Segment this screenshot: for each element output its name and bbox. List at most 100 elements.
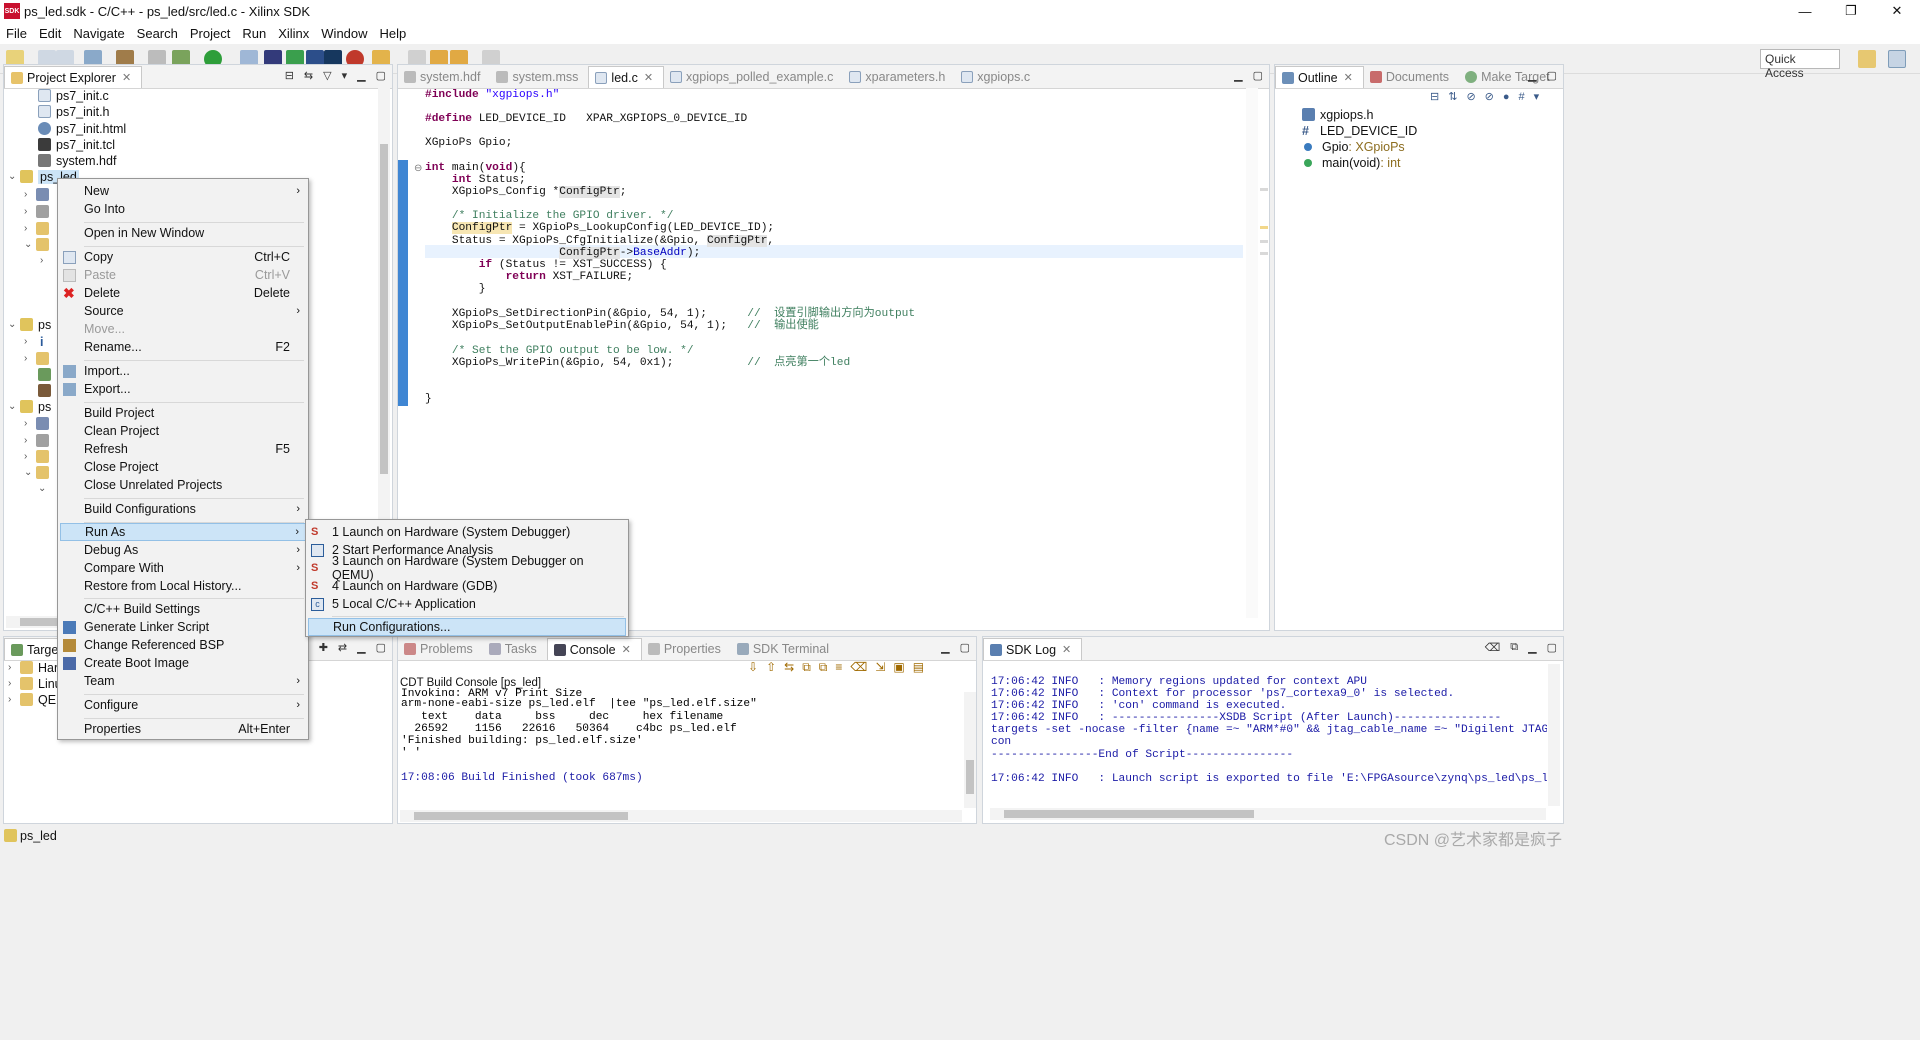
- menu-item-team[interactable]: Team ›: [60, 672, 306, 690]
- close-icon[interactable]: ✕: [122, 71, 131, 84]
- tree-child[interactable]: ›: [24, 220, 54, 237]
- menu-item-create-boot-image[interactable]: Create Boot Image: [60, 654, 306, 672]
- minimize-view-icon[interactable]: ▁: [357, 69, 365, 82]
- tab-tasks[interactable]: Tasks: [483, 638, 547, 660]
- menu-item-export[interactable]: Export...: [60, 380, 306, 398]
- code-line[interactable]: /* Initialize the GPIO driver. */: [425, 210, 674, 222]
- menu-item-close-unrelated[interactable]: Close Unrelated Projects: [60, 476, 306, 494]
- menu-item-restore-history[interactable]: Restore from Local History...: [60, 577, 306, 595]
- chevron-right-icon[interactable]: ›: [24, 189, 36, 200]
- tree-child[interactable]: [38, 366, 56, 383]
- overview-marker[interactable]: [1260, 226, 1268, 229]
- tab-problems[interactable]: Problems: [398, 638, 483, 660]
- code-line[interactable]: #define LED_DEVICE_ID XPAR_XGPIOPS_0_DEV…: [425, 113, 747, 125]
- menu-item-launch-qemu[interactable]: S3 Launch on Hardware (System Debugger o…: [308, 554, 626, 582]
- copy-log-icon[interactable]: ⧉: [1510, 641, 1518, 654]
- tree-child[interactable]: [38, 382, 56, 399]
- connect-icon[interactable]: ⇄: [338, 641, 347, 654]
- minimize-view-icon[interactable]: ▁: [1234, 69, 1242, 82]
- menu-item-copy[interactable]: Copy Ctrl+C: [60, 248, 306, 266]
- menu-item-delete[interactable]: ✖ Delete Delete: [60, 284, 306, 302]
- outline-item[interactable]: main(void) : int: [1302, 154, 1401, 171]
- chevron-down-icon[interactable]: ⌄: [24, 239, 36, 250]
- overview-marker[interactable]: [1260, 240, 1268, 243]
- close-icon[interactable]: ✕: [1062, 643, 1071, 656]
- tree-item[interactable]: ps7_init.tcl: [38, 136, 115, 153]
- chevron-right-icon[interactable]: ›: [24, 336, 36, 347]
- tree-child[interactable]: ⌄: [24, 464, 54, 481]
- chevron-right-icon[interactable]: ›: [24, 418, 36, 429]
- log-horizontal-scrollbar[interactable]: [990, 808, 1546, 820]
- menu-item-build-configurations[interactable]: Build Configurations ›: [60, 500, 306, 518]
- tree-child[interactable]: ›: [24, 350, 54, 367]
- menu-item-debug-as[interactable]: Debug As ›: [60, 541, 306, 559]
- clear-console-icon[interactable]: ⌫: [850, 660, 875, 674]
- tab-outline[interactable]: Outline ✕: [1275, 66, 1364, 88]
- minimize-view-icon[interactable]: ▁: [1528, 69, 1536, 82]
- tree-child[interactable]: ›: [24, 203, 54, 220]
- menu-item-properties[interactable]: Properties Alt+Enter: [60, 720, 306, 738]
- menu-file[interactable]: File: [6, 26, 27, 41]
- menu-search[interactable]: Search: [137, 26, 178, 41]
- tab-xgpiops-c[interactable]: xgpiops.c: [955, 66, 1040, 88]
- code-line[interactable]: ConfigPtr->BaseAddr);: [425, 247, 700, 259]
- close-icon[interactable]: ✕: [1344, 71, 1353, 84]
- chevron-right-icon[interactable]: ›: [24, 223, 36, 234]
- display-console-icon[interactable]: ▣: [893, 660, 912, 674]
- menu-item-import[interactable]: Import...: [60, 362, 306, 380]
- code-line[interactable]: ConfigPtr = XGpioPs_LookupConfig(LED_DEV…: [425, 222, 774, 234]
- menu-item-move[interactable]: Move...: [60, 320, 306, 338]
- menu-navigate[interactable]: Navigate: [73, 26, 124, 41]
- close-icon[interactable]: ✕: [644, 71, 653, 84]
- chevron-down-icon[interactable]: ⌄: [24, 467, 36, 478]
- hide-static-icon[interactable]: ⊘: [1485, 91, 1503, 103]
- chevron-right-icon[interactable]: ›: [8, 694, 20, 705]
- code-line[interactable]: /* Set the GPIO output to be low. */: [425, 345, 694, 357]
- tab-properties[interactable]: Properties: [642, 638, 731, 660]
- tab-xgpiops-polled-example[interactable]: xgpiops_polled_example.c: [664, 66, 843, 88]
- tree-child[interactable]: › i: [24, 333, 43, 350]
- overview-marker[interactable]: [1260, 188, 1268, 191]
- tree-child[interactable]: ›: [24, 186, 54, 203]
- open-perspective-icon[interactable]: [1858, 50, 1876, 68]
- scrollbar-thumb[interactable]: [966, 760, 974, 794]
- menu-item-launch-gdb[interactable]: S4 Launch on Hardware (GDB): [308, 577, 626, 595]
- menu-item-new[interactable]: New ›: [60, 182, 306, 200]
- chevron-right-icon[interactable]: ›: [24, 451, 36, 462]
- menu-item-paste[interactable]: Paste Ctrl+V: [60, 266, 306, 284]
- console-vertical-scrollbar[interactable]: [964, 692, 976, 808]
- editor-vertical-scrollbar[interactable]: [1246, 88, 1258, 618]
- code-line[interactable]: XGpioPs_SetDirectionPin(&Gpio, 54, 1); /…: [425, 308, 915, 320]
- fold-icon[interactable]: ⊖: [414, 163, 422, 174]
- log-vertical-scrollbar[interactable]: [1548, 664, 1560, 806]
- code-line[interactable]: XGpioPs Gpio;: [425, 137, 512, 149]
- new-connection-icon[interactable]: ✚: [319, 641, 328, 654]
- tree-child[interactable]: ›: [40, 252, 52, 269]
- tree-child[interactable]: ⌄: [38, 480, 50, 497]
- console-horizontal-scrollbar[interactable]: [400, 810, 962, 822]
- maximize-view-icon[interactable]: ▢: [1547, 641, 1557, 654]
- clear-log-icon[interactable]: ⌫: [1485, 641, 1501, 654]
- link-icon[interactable]: ⇆: [784, 660, 802, 674]
- menu-project[interactable]: Project: [190, 26, 230, 41]
- menu-item-go-into[interactable]: Go Into: [60, 200, 306, 218]
- outline-item[interactable]: Gpio : XGpioPs: [1302, 138, 1405, 155]
- menu-item-configure[interactable]: Configure ›: [60, 696, 306, 714]
- menu-item-refresh[interactable]: Refresh F5: [60, 440, 306, 458]
- code-line[interactable]: XGpioPs_WritePin(&Gpio, 54, 0x1); // 点亮第…: [425, 357, 850, 369]
- code-line[interactable]: return XST_FAILURE;: [425, 271, 634, 283]
- maximize-view-icon[interactable]: ▢: [376, 641, 386, 654]
- tab-sdk-terminal[interactable]: SDK Terminal: [731, 638, 839, 660]
- menu-help[interactable]: Help: [380, 26, 407, 41]
- maximize-view-icon[interactable]: ▢: [1547, 69, 1557, 82]
- menu-item-rename[interactable]: Rename... F2: [60, 338, 306, 356]
- tree-child[interactable]: ›: [24, 432, 54, 449]
- code-line[interactable]: int Status;: [425, 174, 526, 186]
- tree-item[interactable]: › Linu: [8, 675, 62, 692]
- maximize-view-icon[interactable]: ▢: [376, 69, 386, 82]
- tree-child[interactable]: ⌄: [24, 236, 54, 253]
- collapse-all-icon[interactable]: ⊟: [1430, 91, 1448, 103]
- chevron-right-icon[interactable]: ›: [8, 678, 20, 689]
- view-menu-icon[interactable]: ▾: [342, 69, 348, 82]
- tree-item[interactable]: › QEI: [8, 691, 60, 708]
